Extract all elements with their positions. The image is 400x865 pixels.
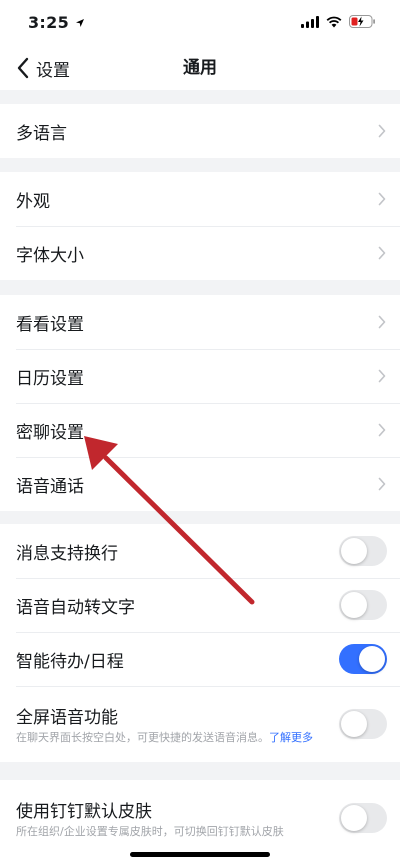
chevron-right-icon xyxy=(378,477,386,491)
status-time: 3:25 xyxy=(28,13,85,32)
list-item-label: 消息支持换行 xyxy=(16,543,118,564)
list-item-default-skin: 使用钉钉默认皮肤 所在组织/企业设置专属皮肤时，可切换回钉钉默认皮肤 xyxy=(0,780,400,856)
toggle-knob xyxy=(341,538,367,564)
chevron-right-icon xyxy=(378,246,386,260)
list-item-calendar-settings[interactable]: 日历设置 xyxy=(0,349,400,403)
toggle-settings-group: 消息支持换行 语音自动转文字 智能待办/日程 全屏语音功能 在聊天界面长按空白处… xyxy=(0,524,400,762)
list-item-secret-chat-settings[interactable]: 密聊设置 xyxy=(0,403,400,457)
list-item-font-size[interactable]: 字体大小 xyxy=(0,226,400,280)
chevron-right-icon xyxy=(378,315,386,329)
list-item-label: 日历设置 xyxy=(16,368,84,389)
nav-bar: 通用 设置 xyxy=(0,46,400,90)
chevron-right-icon xyxy=(378,124,386,138)
list-item-fullscreen-voice: 全屏语音功能 在聊天界面长按空白处，可更快捷的发送语音消息。了解更多 xyxy=(0,686,400,762)
list-item-voice-to-text: 语音自动转文字 xyxy=(0,578,400,632)
message-newline-toggle[interactable] xyxy=(339,536,387,566)
chevron-left-icon xyxy=(17,57,29,79)
status-bar: 3:25 xyxy=(0,0,400,46)
list-item-label: 多语言 xyxy=(16,123,67,144)
list-item-label: 密聊设置 xyxy=(16,422,84,443)
home-indicator xyxy=(130,852,270,857)
display-group: 外观 字体大小 xyxy=(0,172,400,280)
wifi-icon xyxy=(326,16,342,27)
list-item-description: 在聊天界面长按空白处，可更快捷的发送语音消息。了解更多 xyxy=(16,731,313,744)
toggle-knob xyxy=(359,646,385,672)
list-item-language[interactable]: 多语言 xyxy=(0,104,400,158)
learn-more-link[interactable]: 了解更多 xyxy=(269,731,313,744)
toggle-knob xyxy=(341,592,367,618)
list-item-label: 智能待办/日程 xyxy=(16,651,124,672)
list-item-label: 字体大小 xyxy=(16,245,84,266)
chevron-right-icon xyxy=(378,192,386,206)
cellular-signal-icon xyxy=(301,15,319,28)
smart-todo-toggle[interactable] xyxy=(339,644,387,674)
back-button[interactable]: 设置 xyxy=(16,46,70,90)
list-item-label: 看看设置 xyxy=(16,314,84,335)
fullscreen-voice-toggle[interactable] xyxy=(339,709,387,739)
chevron-right-icon xyxy=(378,423,386,437)
list-item-message-newline: 消息支持换行 xyxy=(0,524,400,578)
language-group: 多语言 xyxy=(0,104,400,158)
battery-charging-icon xyxy=(349,15,375,28)
list-item-label: 语音自动转文字 xyxy=(16,597,135,618)
list-item-appearance[interactable]: 外观 xyxy=(0,172,400,226)
feature-settings-group: 看看设置 日历设置 密聊设置 语音通话 xyxy=(0,295,400,511)
list-item-description: 所在组织/企业设置专属皮肤时，可切换回钉钉默认皮肤 xyxy=(16,825,284,838)
list-item-label: 全屏语音功能 xyxy=(16,708,118,728)
list-item-label: 外观 xyxy=(16,191,50,212)
list-item-label: 语音通话 xyxy=(16,476,84,497)
list-item-label: 使用钉钉默认皮肤 xyxy=(16,802,152,822)
default-skin-toggle[interactable] xyxy=(339,803,387,833)
list-item-smart-todo: 智能待办/日程 xyxy=(0,632,400,686)
toggle-knob xyxy=(341,711,367,737)
chevron-right-icon xyxy=(378,369,386,383)
voice-to-text-toggle[interactable] xyxy=(339,590,387,620)
list-item-voice-call[interactable]: 语音通话 xyxy=(0,457,400,511)
toggle-knob xyxy=(341,805,367,831)
back-label: 设置 xyxy=(36,60,70,81)
status-icons xyxy=(301,15,376,28)
list-item-kankan-settings[interactable]: 看看设置 xyxy=(0,295,400,349)
location-arrow-icon xyxy=(75,19,84,27)
